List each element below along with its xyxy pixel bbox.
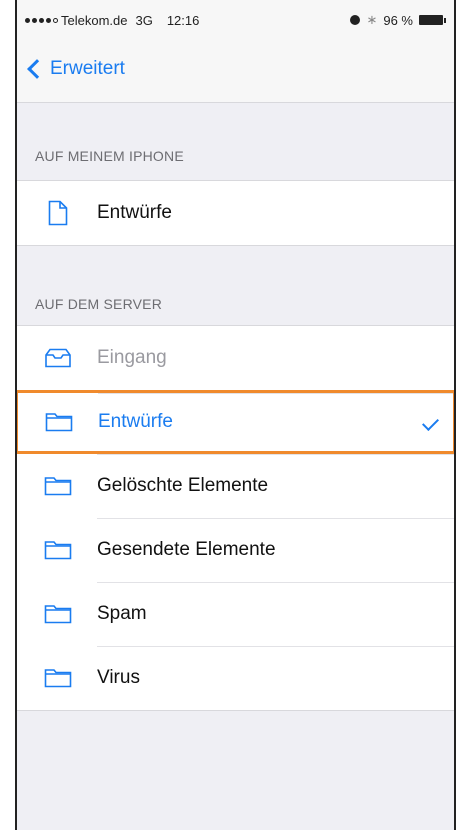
folder-icon — [41, 665, 75, 691]
status-bar-right: ∗ 96 % — [350, 12, 446, 28]
folder-icon — [41, 601, 75, 627]
folder-icon — [41, 473, 75, 499]
mailbox-row-local-drafts[interactable]: Entwürfe — [17, 181, 454, 245]
folder-icon — [42, 409, 76, 435]
back-button-label: Erweitert — [50, 58, 125, 79]
clock: 12:16 — [166, 13, 200, 28]
mailbox-label: Gesendete Elemente — [97, 539, 276, 560]
document-icon — [41, 200, 75, 226]
checkmark-icon — [422, 414, 439, 431]
navigation-bar: Erweitert — [17, 40, 454, 103]
network-type: 3G — [135, 13, 153, 28]
mailbox-label: Entwürfe — [98, 411, 173, 432]
section-header-local: AUF MEINEM IPHONE — [35, 148, 184, 164]
folder-icon — [41, 537, 75, 563]
bluetooth-icon: ∗ — [366, 12, 378, 27]
carrier-name: Telekom.de — [61, 13, 128, 28]
mailbox-row-sent-items[interactable]: Gesendete Elemente — [17, 518, 454, 582]
mailbox-label: Spam — [97, 603, 147, 624]
inbox-tray-icon — [41, 345, 75, 371]
chevron-left-icon — [27, 59, 47, 79]
signal-strength-icon — [25, 18, 58, 23]
mailbox-row-virus[interactable]: Virus — [17, 646, 454, 710]
status-bar: Telekom.de 3G 12:16 ∗ 96 % — [17, 0, 454, 40]
mailbox-label: Entwürfe — [97, 202, 172, 223]
mailbox-label: Eingang — [97, 347, 167, 368]
section-header-server: AUF DEM SERVER — [35, 296, 163, 312]
mailbox-label: Gelöschte Elemente — [97, 475, 269, 496]
mailbox-row-inbox: Eingang — [17, 326, 454, 390]
battery-icon — [419, 15, 446, 25]
mailbox-row-drafts[interactable]: Entwürfe — [17, 390, 454, 454]
server-mailbox-group: Eingang Entwürfe Gelöschte Elemente Gese… — [17, 325, 454, 711]
status-bar-left: Telekom.de 3G 12:16 — [25, 13, 199, 28]
battery-percentage: 96 % — [383, 12, 413, 28]
phone-screen: Telekom.de 3G 12:16 ∗ 96 % Erweitert AUF… — [15, 0, 456, 830]
rotation-lock-icon — [350, 15, 361, 25]
mailbox-row-deleted-items[interactable]: Gelöschte Elemente — [17, 454, 454, 518]
mailbox-row-spam[interactable]: Spam — [17, 582, 454, 646]
mailbox-label: Virus — [97, 667, 140, 688]
back-button[interactable]: Erweitert — [25, 58, 125, 80]
local-mailbox-group: Entwürfe — [17, 180, 454, 246]
